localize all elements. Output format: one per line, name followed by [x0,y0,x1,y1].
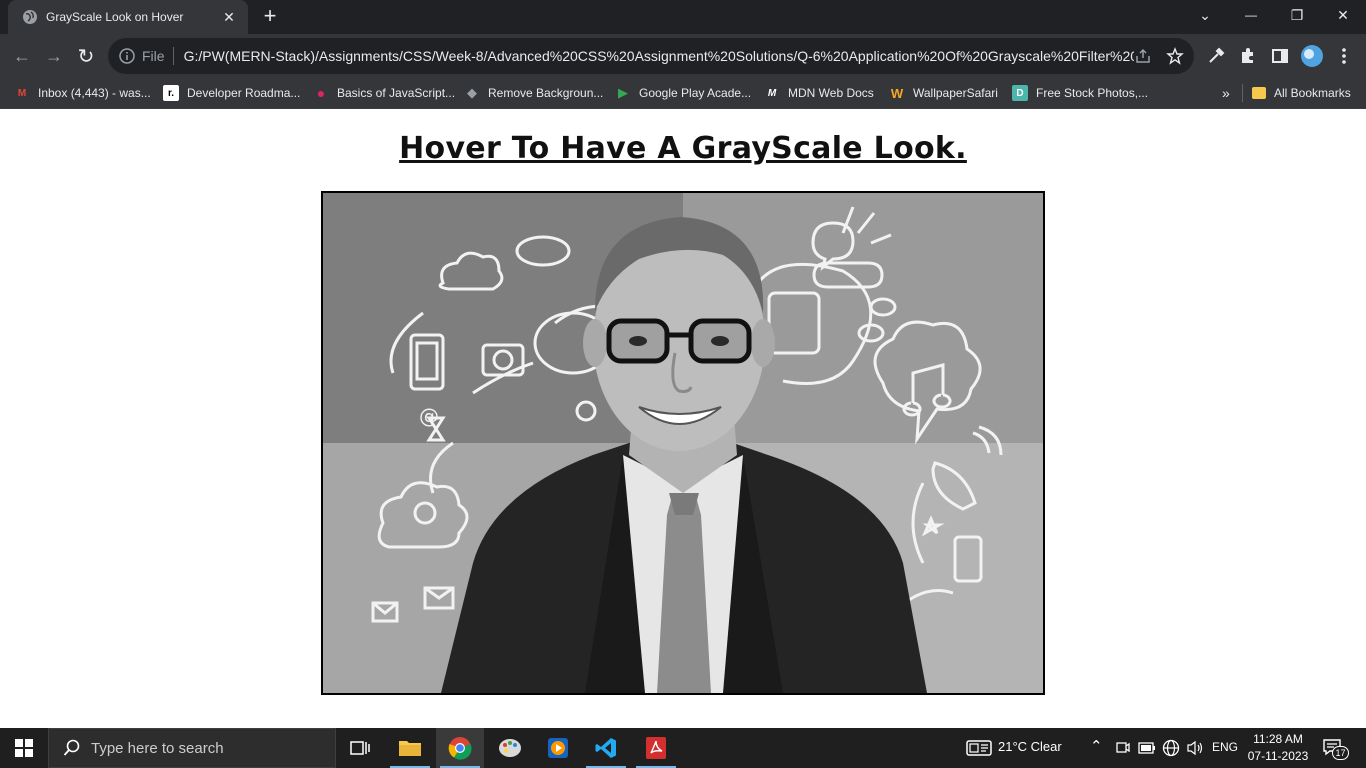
media-player-icon [548,738,568,758]
reload-button[interactable]: ↻ [74,44,98,68]
tab-title: GrayScale Look on Hover [46,10,184,24]
notification-count-badge: 17 [1332,746,1349,760]
bookmark-label: Remove Backgroun... [488,86,604,100]
close-window-button[interactable]: ✕ [1320,0,1366,30]
vscode-app[interactable] [582,728,630,768]
chrome-app[interactable] [436,728,484,768]
wallpapersafari-icon: W [890,85,904,101]
bookmark-label: Free Stock Photos,... [1036,86,1149,100]
all-bookmarks-button[interactable]: All Bookmarks [1252,81,1351,105]
bookmark-mdn[interactable]: M MDN Web Docs [764,81,874,105]
close-tab-icon[interactable]: ✕ [220,9,238,26]
clock-date: 07-11-2023 [1247,749,1309,763]
task-view-icon [350,741,370,755]
start-button[interactable] [0,728,48,768]
extensions-puzzle-icon[interactable] [1238,46,1258,66]
bookmarks-bar: M Inbox (4,443) - was... r. Developer Ro… [0,78,1366,109]
kebab-menu-icon[interactable] [1334,46,1354,66]
folder-icon [399,741,421,756]
battery-icon[interactable] [1138,741,1156,755]
restore-button[interactable]: ❐ [1274,0,1320,30]
stock-photos-icon: D [1012,85,1028,101]
roadmap-icon: r. [163,85,179,101]
tab-search-chevron-icon[interactable]: ⌄ [1182,0,1228,30]
pdf-reader-app[interactable] [632,728,680,768]
side-panel-icon[interactable] [1270,46,1290,66]
bookmark-js-basics[interactable]: ● Basics of JavaScript... [313,81,455,105]
page-heading: Hover To Have A GrayScale Look. [399,131,967,166]
remove-bg-icon: ◆ [467,85,477,100]
tab-strip: GrayScale Look on Hover ✕ + ⌄ — ❐ ✕ [0,0,1366,34]
url-text[interactable]: G:/PW(MERN-Stack)/Assignments/CSS/Week-8… [184,48,1134,64]
bookmark-developer-roadmap[interactable]: r. Developer Roadma... [163,81,300,105]
bookmark-gmail[interactable]: M Inbox (4,443) - was... [14,81,151,105]
browser-toolbar: ← → ↻ File G:/PW(MERN-Stack)/Assignments… [0,34,1366,78]
active-tab[interactable]: GrayScale Look on Hover ✕ [8,0,248,34]
windows-taskbar: Type here to search 21°C Clear ⌃ ENG 11:… [0,728,1366,768]
globe-icon [23,10,37,24]
network-globe-icon[interactable] [1162,739,1180,757]
grayscale-photo[interactable]: @ [321,191,1045,695]
omnibox-divider [172,47,174,65]
back-button[interactable]: ← [10,44,34,68]
paint-app[interactable] [486,728,534,768]
paint-palette-icon [499,739,521,757]
notification-center-button[interactable]: 17 [1322,738,1350,760]
bookmark-wallpapersafari[interactable]: W WallpaperSafari [889,81,998,105]
bookmark-label: Google Play Acade... [639,86,752,100]
chrome-icon [448,737,472,760]
forward-button[interactable]: → [42,44,66,68]
bookmark-star-icon[interactable] [1166,47,1184,65]
input-language[interactable]: ENG [1212,740,1238,754]
eyedropper-icon[interactable] [1206,46,1226,66]
windows-logo-icon [15,739,33,757]
svg-text:@: @ [419,404,439,428]
weather-icon[interactable] [966,739,992,757]
folder-icon [1252,87,1266,99]
bookmarks-overflow-button[interactable]: » [1222,81,1230,105]
bookmark-remove-background[interactable]: ◆ Remove Backgroun... [464,81,603,105]
task-view-button[interactable] [336,728,384,768]
new-tab-button[interactable]: + [258,5,282,29]
address-bar[interactable]: File G:/PW(MERN-Stack)/Assignments/CSS/W… [108,38,1194,74]
js-basics-icon: ● [316,85,326,101]
meet-now-icon[interactable] [1116,740,1130,756]
system-clock[interactable]: 11:28 AM 07-11-2023 [1240,731,1316,765]
scheme-label: File [142,48,165,64]
all-bookmarks-label: All Bookmarks [1274,86,1351,100]
file-explorer-app[interactable] [386,728,434,768]
gmail-icon: M [17,87,27,99]
bookmarks-divider [1242,84,1243,102]
share-icon[interactable] [1134,47,1152,65]
weather-text[interactable]: 21°C Clear [998,739,1062,754]
bookmark-free-stock-photos[interactable]: D Free Stock Photos,... [1012,81,1148,105]
taskbar-search[interactable]: Type here to search [48,728,336,768]
bookmark-label: WallpaperSafari [913,86,998,100]
profile-avatar-icon[interactable] [1300,44,1324,68]
portrait-image: @ [323,193,1043,693]
clock-time: 11:28 AM [1253,732,1303,746]
google-play-icon: ▶ [618,85,628,100]
show-hidden-icons-chevron-icon[interactable]: ⌃ [1090,737,1103,755]
search-placeholder: Type here to search [91,739,224,757]
volume-icon[interactable] [1186,740,1204,756]
bookmark-label: MDN Web Docs [788,86,874,100]
bookmark-label: Inbox (4,443) - was... [38,86,151,100]
media-player-app[interactable] [534,728,582,768]
pdf-icon [646,737,666,759]
page-content: Hover To Have A GrayScale Look. @ [0,109,1366,728]
bookmark-google-play-academy[interactable]: ▶ Google Play Acade... [615,81,751,105]
bookmark-label: Basics of JavaScript... [337,86,456,100]
minimize-button[interactable]: — [1228,0,1274,30]
vscode-icon [595,738,616,758]
mdn-icon: M [767,87,777,99]
search-icon [63,739,80,756]
info-icon[interactable] [118,47,136,65]
bookmark-label: Developer Roadma... [187,86,301,100]
